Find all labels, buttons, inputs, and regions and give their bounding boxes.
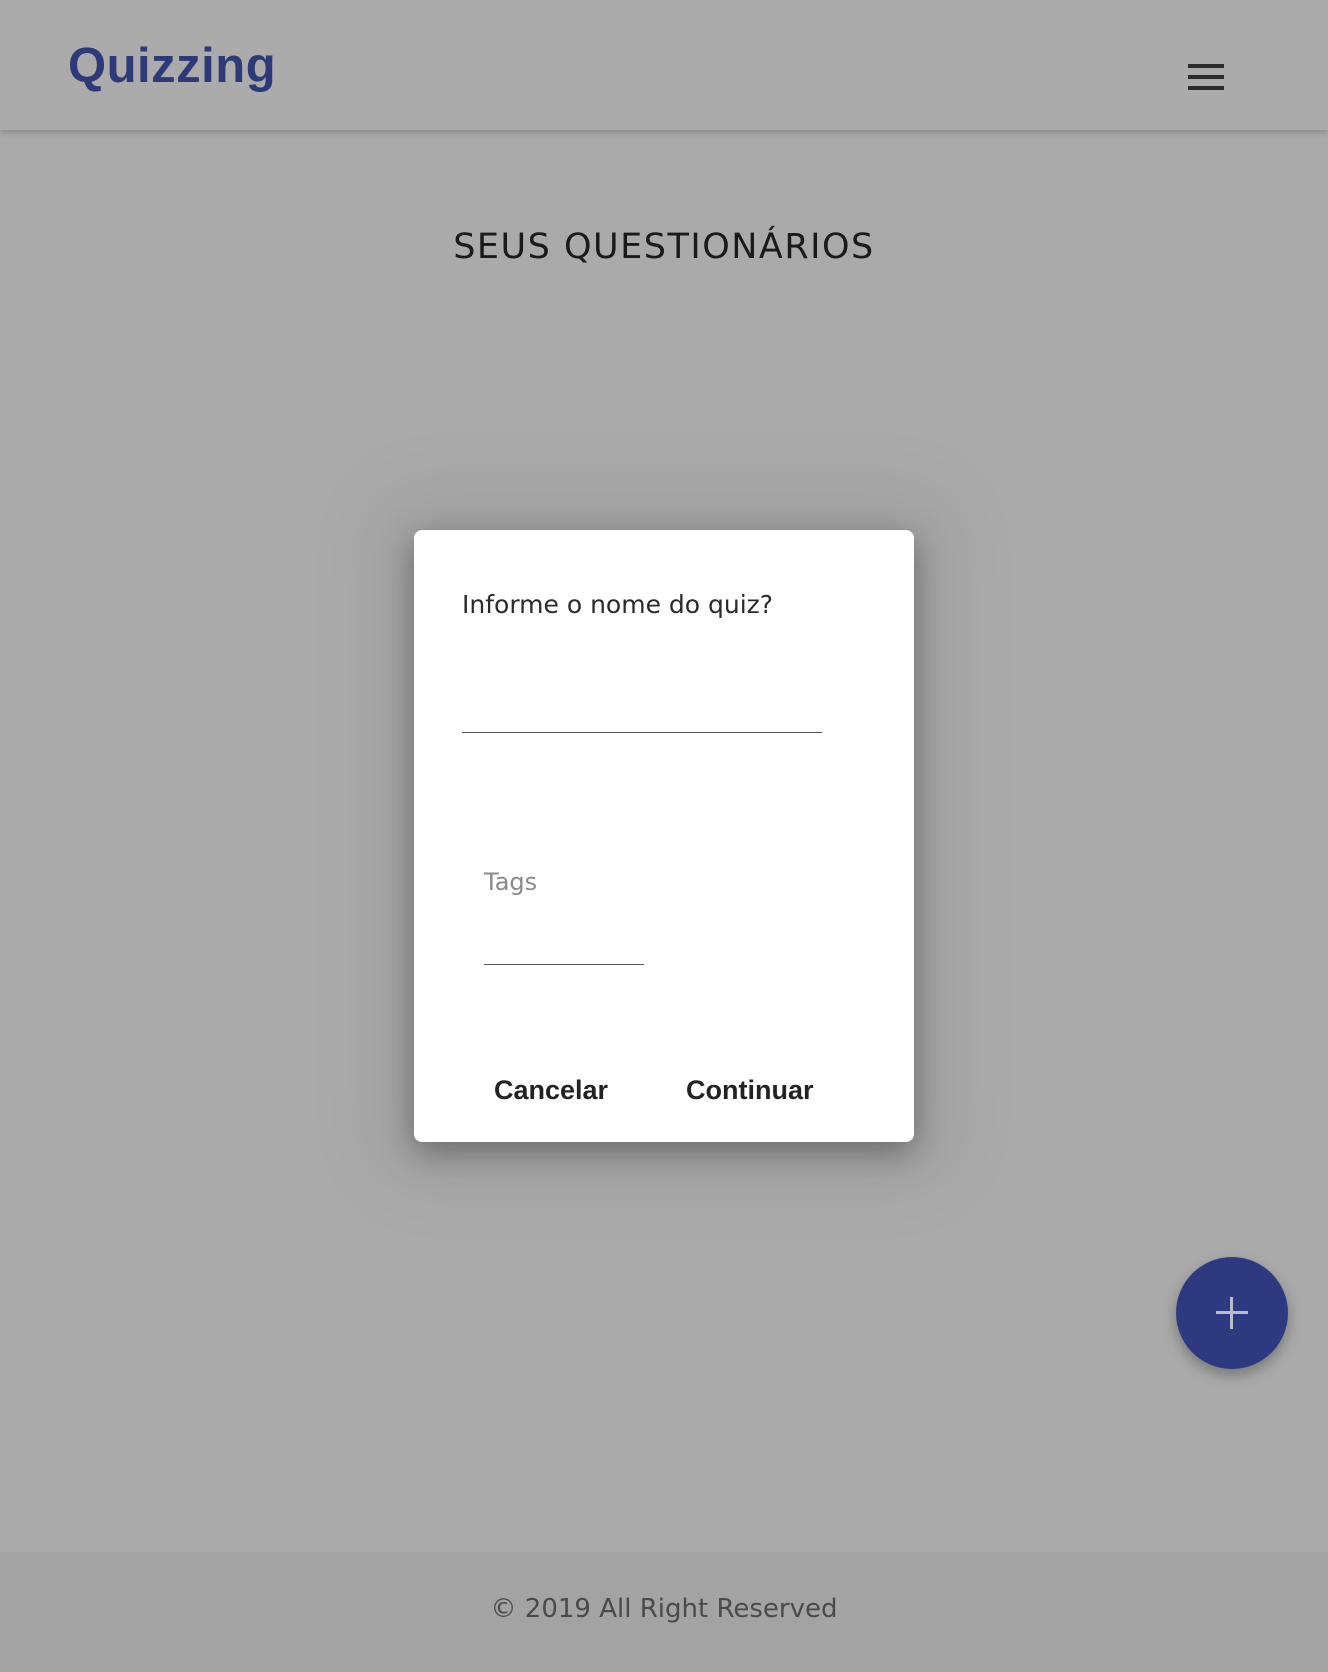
cancel-button[interactable]: Cancelar xyxy=(484,1060,618,1120)
tags-label: Tags xyxy=(484,868,538,896)
add-quiz-button[interactable] xyxy=(1176,1257,1288,1369)
quiz-name-input[interactable] xyxy=(462,680,822,733)
footer: © 2019 All Right Reserved xyxy=(0,1552,1328,1672)
app-bar: Quizzing xyxy=(0,0,1328,130)
tags-input[interactable] xyxy=(484,910,644,965)
menu-button[interactable] xyxy=(1178,56,1232,96)
brand-logo[interactable]: Quizzing xyxy=(68,38,276,94)
page-title: SEUS QUESTIONÁRIOS xyxy=(453,227,875,268)
dialog-actions: Cancelar Continuar xyxy=(414,1060,914,1120)
new-quiz-dialog: Informe o nome do quiz? Tags Cancelar Co… xyxy=(414,530,914,1142)
copyright-text: © 2019 All Right Reserved xyxy=(490,1594,838,1624)
continue-button[interactable]: Continuar xyxy=(676,1060,824,1120)
plus-icon xyxy=(1216,1297,1248,1329)
hamburger-menu-icon xyxy=(1188,64,1224,90)
dialog-question: Informe o nome do quiz? xyxy=(462,590,774,619)
